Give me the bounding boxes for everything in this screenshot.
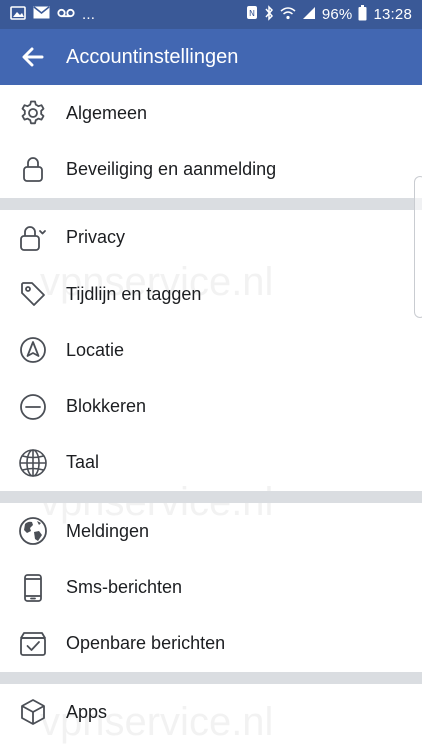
status-bar: ... N 96% 13:28 (0, 0, 422, 29)
settings-list: Algemeen Beveiliging en aanmelding Priva… (0, 85, 422, 740)
voicemail-icon (57, 6, 75, 23)
settings-item-apps[interactable]: Apps (0, 684, 422, 740)
bluetooth-icon (264, 4, 274, 25)
back-button[interactable] (0, 29, 66, 85)
inbox-check-icon (0, 630, 66, 658)
settings-item-timeline-tagging[interactable]: Tijdlijn en taggen (0, 266, 422, 322)
section-divider (0, 197, 422, 210)
block-icon (0, 393, 66, 421)
nfc-icon: N (246, 5, 258, 24)
settings-item-label: Locatie (66, 339, 125, 360)
status-left: ... (10, 5, 96, 24)
privacy-lock-icon (0, 224, 66, 252)
settings-item-label: Taal (66, 452, 100, 473)
cube-icon (0, 698, 66, 726)
app-bar: Accountinstellingen (0, 29, 422, 85)
settings-item-label: Meldingen (66, 520, 150, 541)
svg-text:N: N (249, 9, 255, 18)
location-arrow-icon (0, 336, 66, 364)
page-title: Accountinstellingen (66, 45, 239, 68)
settings-item-label: Sms-berichten (66, 577, 183, 598)
wifi-icon (280, 6, 296, 24)
lock-icon (0, 155, 66, 183)
status-more: ... (82, 6, 96, 23)
globe-icon (0, 448, 66, 478)
settings-item-label: Beveiliging en aanmelding (66, 158, 277, 179)
settings-item-blocking[interactable]: Blokkeren (0, 378, 422, 434)
settings-item-language[interactable]: Taal (0, 435, 422, 491)
earth-icon (0, 516, 66, 546)
settings-item-label: Apps (66, 701, 108, 722)
phone-icon (0, 573, 66, 603)
status-right: N 96% 13:28 (246, 4, 412, 25)
scroll-handle[interactable] (414, 176, 422, 318)
gear-icon (0, 99, 66, 127)
settings-item-public-posts[interactable]: Openbare berichten (0, 616, 422, 672)
settings-item-privacy[interactable]: Privacy (0, 210, 422, 266)
battery-icon (358, 4, 367, 25)
signal-icon (302, 6, 316, 24)
settings-item-general[interactable]: Algemeen (0, 85, 422, 141)
settings-item-sms[interactable]: Sms-berichten (0, 559, 422, 615)
battery-percent: 96% (321, 6, 353, 23)
settings-item-label: Openbare berichten (66, 633, 226, 654)
settings-item-label: Blokkeren (66, 396, 147, 417)
section-divider (0, 671, 422, 684)
gallery-icon (10, 5, 26, 24)
settings-item-location[interactable]: Locatie (0, 322, 422, 378)
settings-item-label: Algemeen (66, 102, 148, 123)
mail-icon (33, 6, 50, 23)
settings-item-label: Privacy (66, 227, 126, 248)
clock: 13:28 (373, 6, 412, 23)
tag-icon (0, 280, 66, 308)
back-arrow-icon (22, 47, 44, 67)
section-divider (0, 491, 422, 504)
settings-item-label: Tijdlijn en taggen (66, 283, 202, 304)
settings-item-security[interactable]: Beveiliging en aanmelding (0, 141, 422, 197)
settings-item-notifications[interactable]: Meldingen (0, 503, 422, 559)
